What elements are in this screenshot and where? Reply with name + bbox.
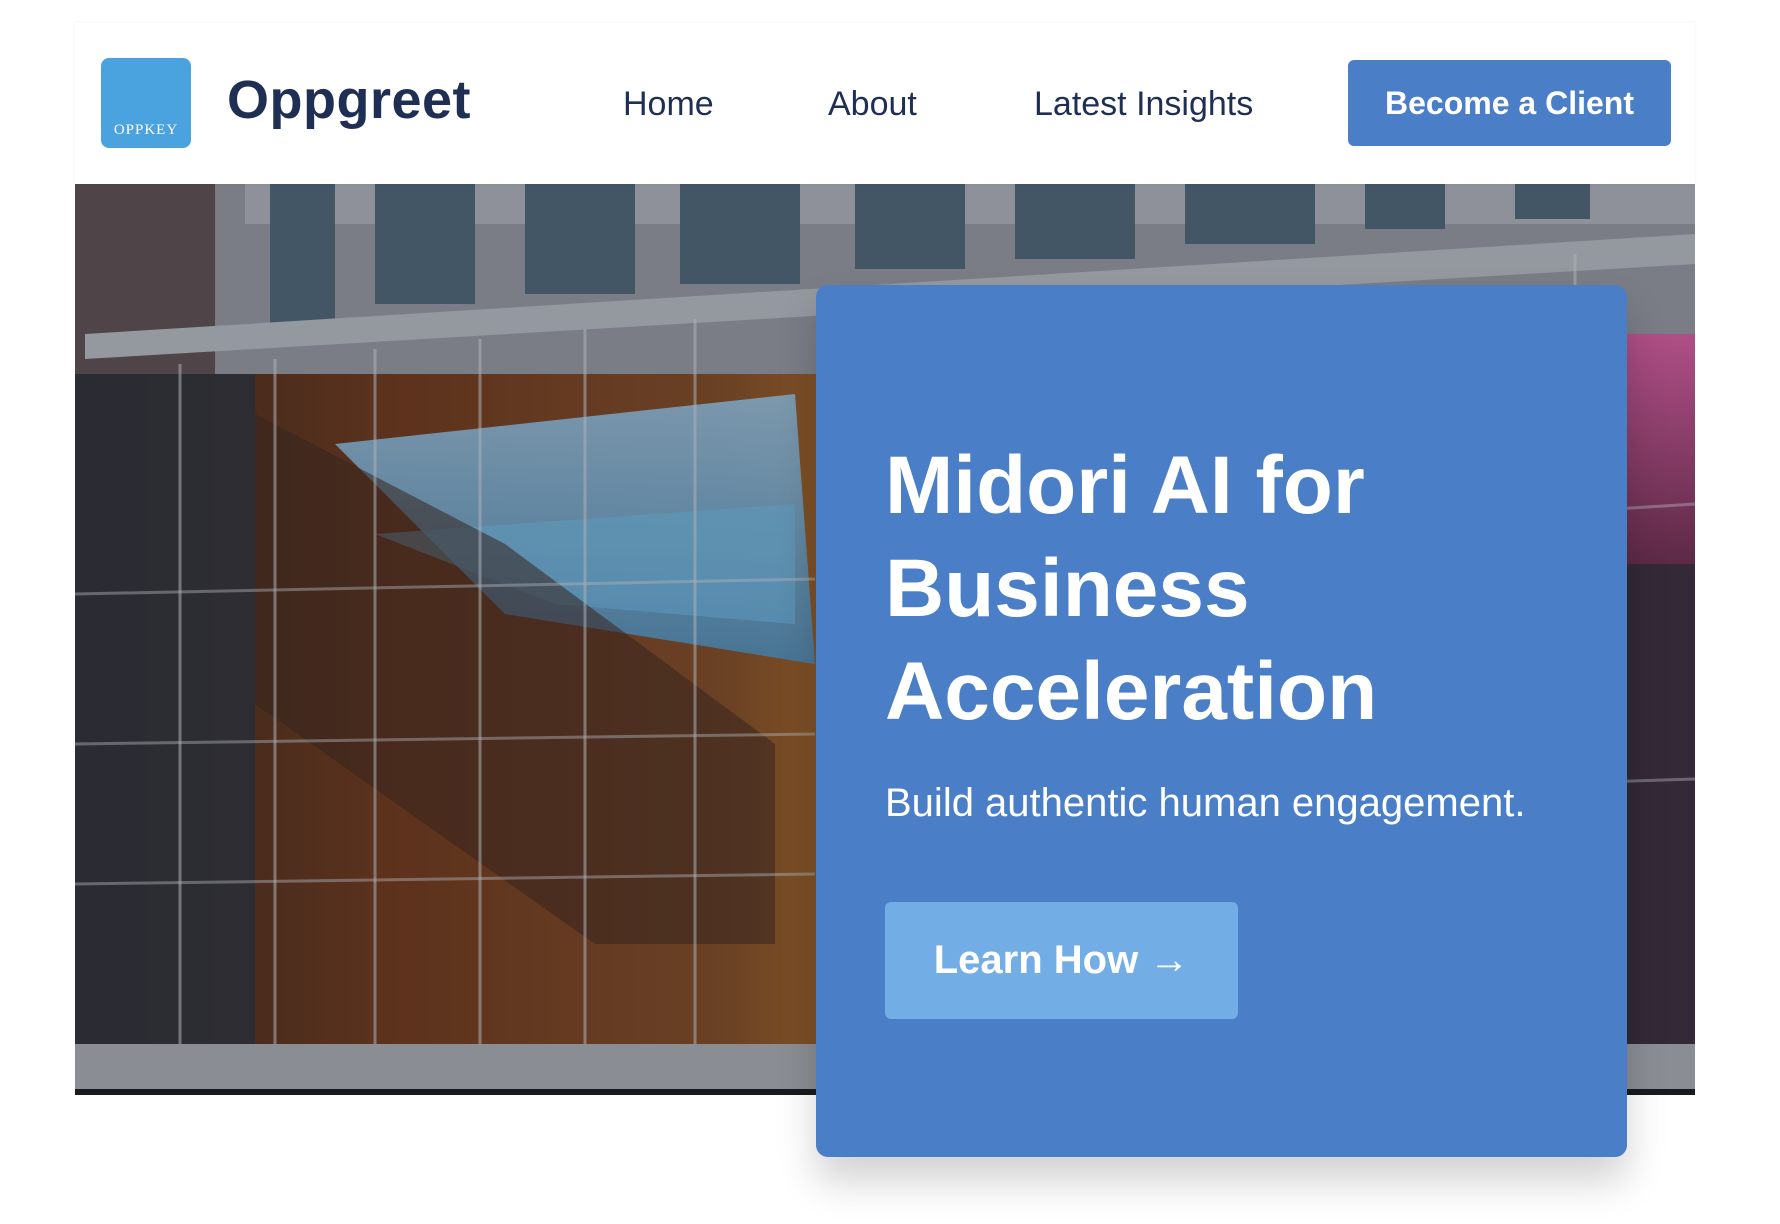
logo-text: OPPKEY: [113, 122, 179, 138]
nav-link-latest-insights[interactable]: Latest Insights: [1034, 85, 1253, 124]
hero-card: Midori AI for Business Acceleration Buil…: [816, 285, 1627, 1157]
page-frame: OPPKEY Oppgreet Home About Latest Insigh…: [75, 23, 1695, 1157]
become-a-client-button[interactable]: Become a Client: [1348, 60, 1671, 146]
nav-link-about[interactable]: About: [828, 85, 917, 124]
hero-section: Midori AI for Business Acceleration Buil…: [75, 184, 1695, 1157]
learn-how-button[interactable]: Learn How →: [885, 902, 1238, 1019]
navbar: OPPKEY Oppgreet Home About Latest Insigh…: [75, 23, 1695, 184]
hero-title: Midori AI for Business Acceleration: [885, 440, 1378, 737]
brand-name[interactable]: Oppgreet: [227, 69, 471, 131]
logo[interactable]: OPPKEY: [101, 58, 191, 148]
hero-subtitle: Build authentic human engagement.: [885, 781, 1526, 825]
nav-link-home[interactable]: Home: [623, 85, 714, 124]
